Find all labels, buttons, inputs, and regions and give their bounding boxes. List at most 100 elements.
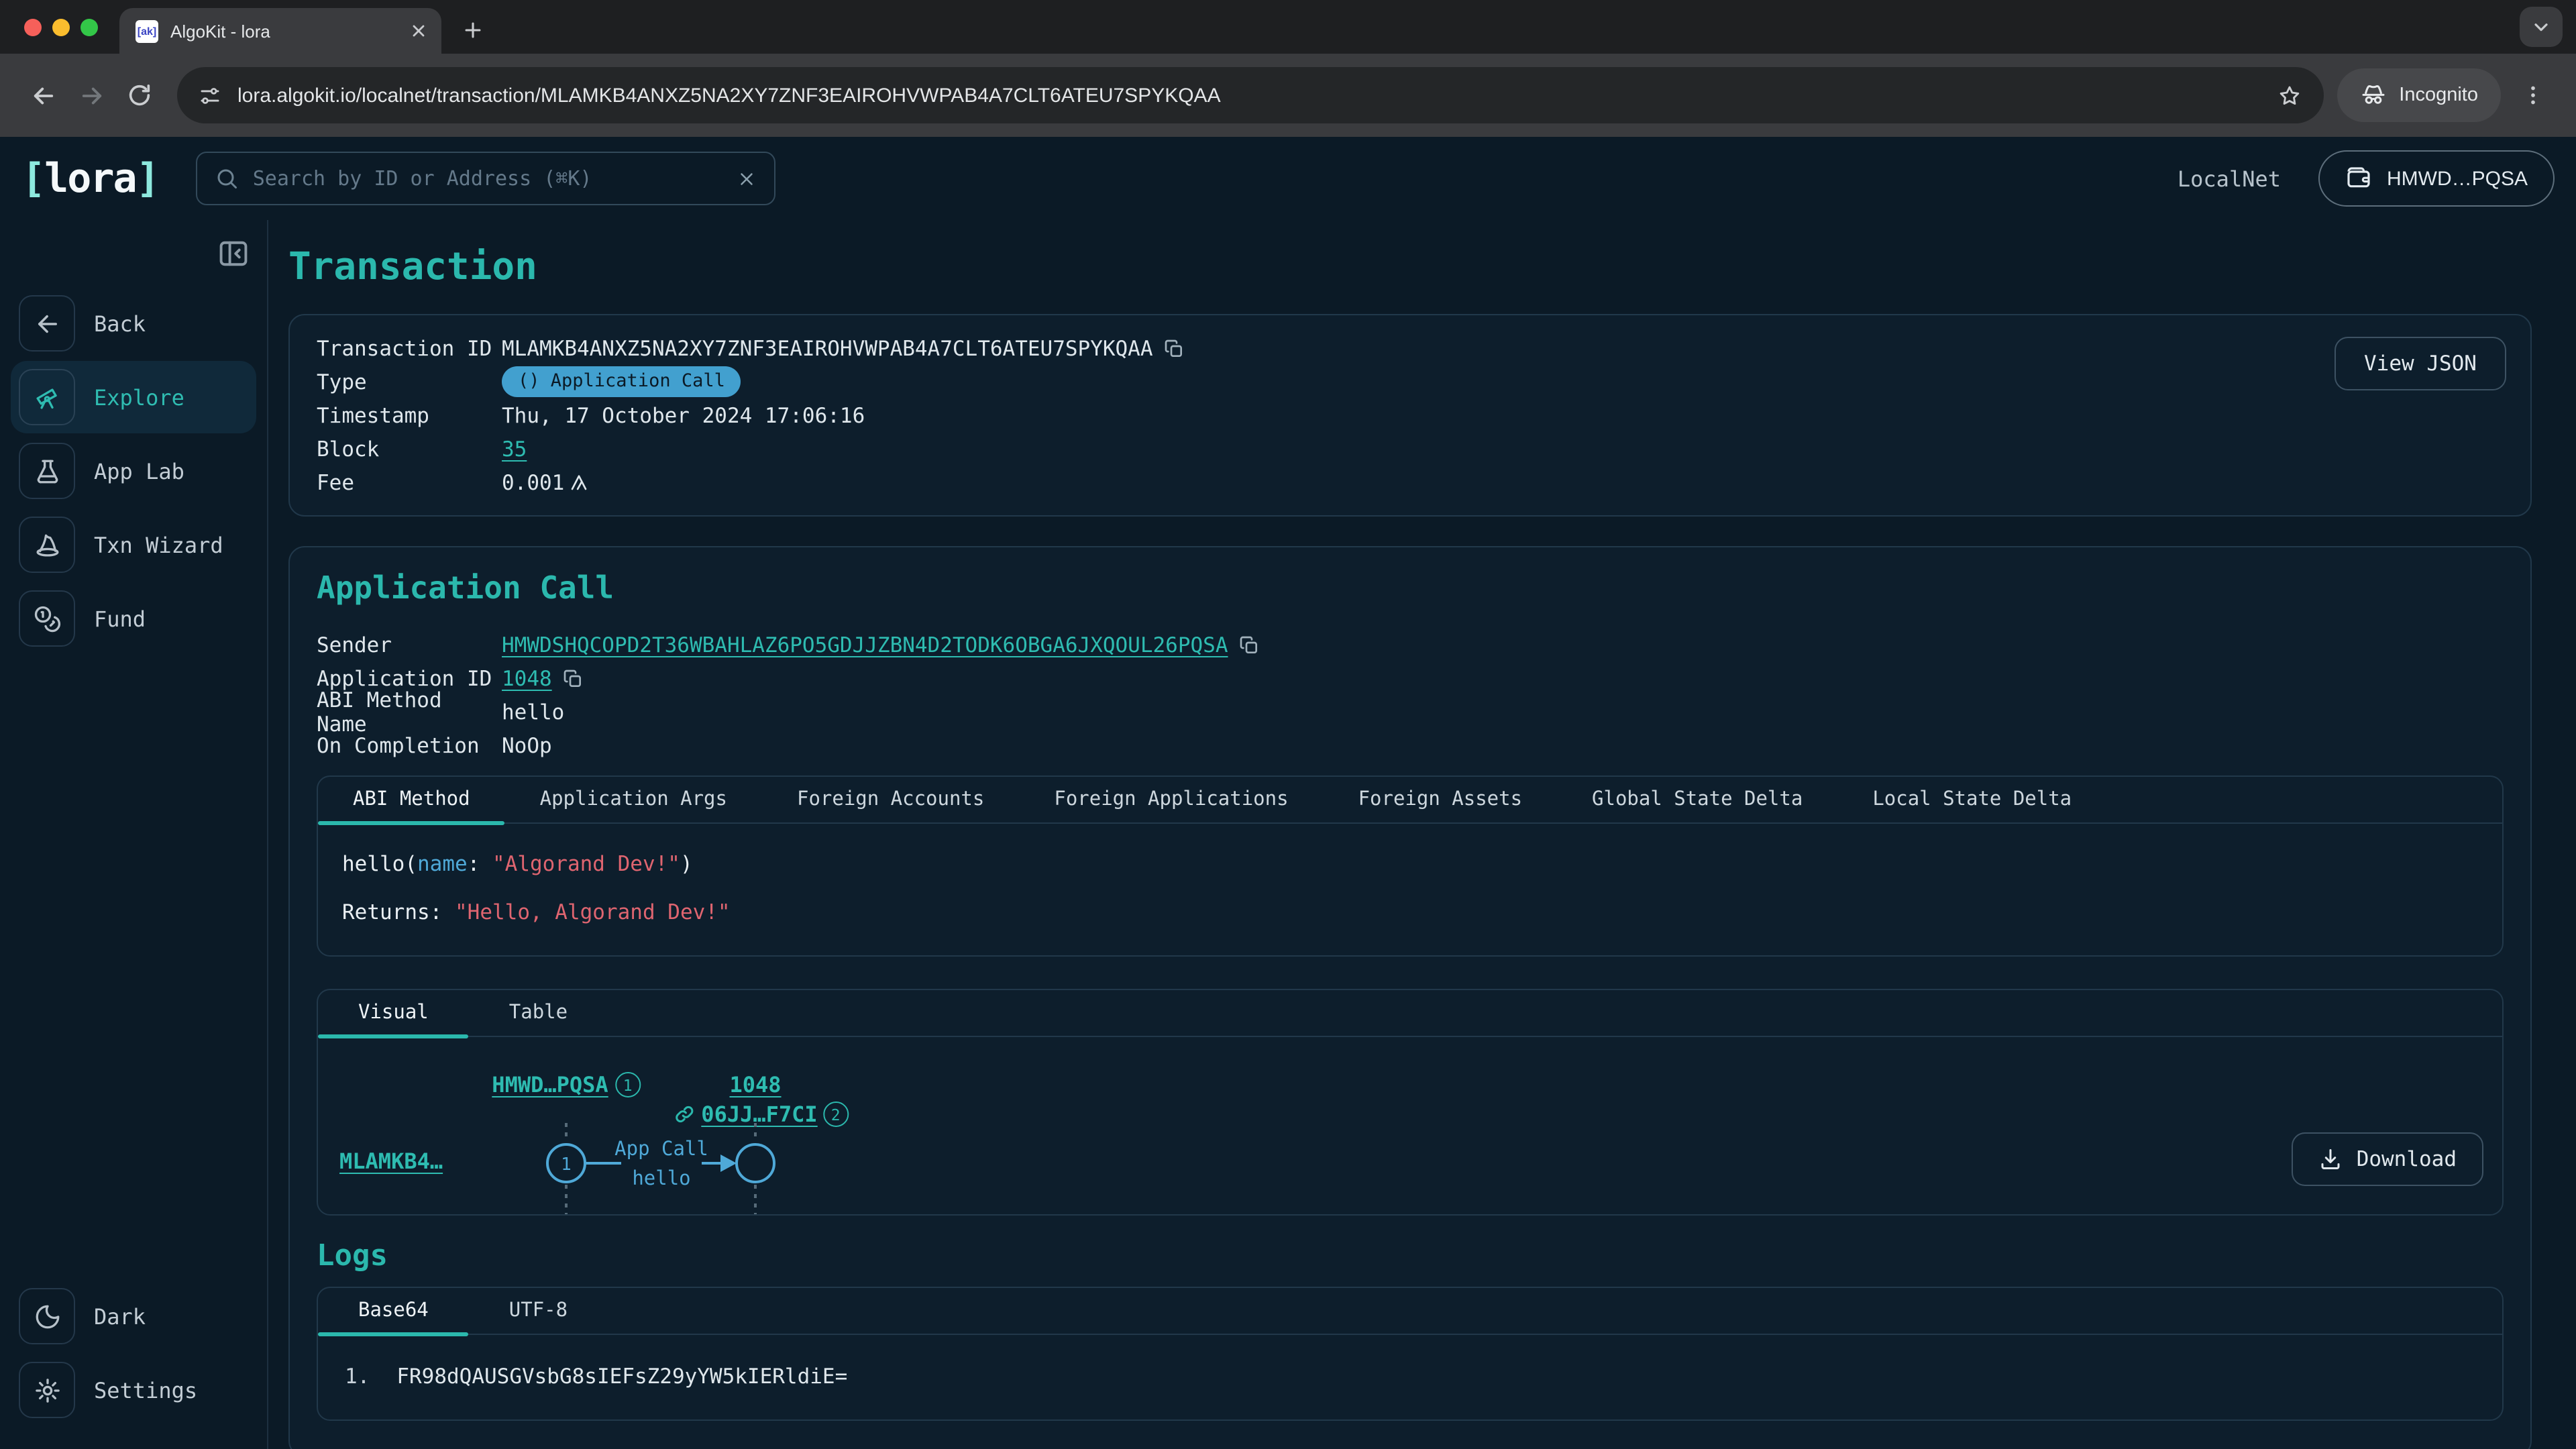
graph-edge-label-2: hello [632,1167,690,1189]
abi-method-row: ABI Method Name hello [317,695,2504,729]
abi-method-value: hello [502,700,564,724]
sender-badge: 1 [615,1072,641,1097]
log-entry-value: FR98dQAUSGVsbG8sIEFsZ29yYW5kIERldiE= [396,1364,847,1389]
timestamp-value: Thu, 17 October 2024 17:06:16 [502,403,865,427]
graph-txn-link[interactable]: MLAMKB4… [339,1148,443,1174]
incognito-label: Incognito [2399,85,2478,106]
transaction-id-row: Transaction ID MLAMKB4ANXZ5NA2XY7ZNF3EAI… [317,331,2504,365]
sidebar-item-explore[interactable]: Explore [11,361,256,433]
application-id-link[interactable]: 1048 [502,666,552,690]
log-entry: 1. FR98dQAUSGVsbG8sIEFsZ29yYW5kIERldiE= [318,1335,2502,1419]
type-row: Type () Application Call [317,365,2504,398]
bookmark-star-icon[interactable] [2277,83,2302,108]
url-text[interactable]: lora.algokit.io/localnet/transaction/MLA… [237,84,2261,107]
sidebar-item-label: Settings [94,1377,197,1403]
timestamp-row: Timestamp Thu, 17 October 2024 17:06:16 [317,398,2504,432]
tab-close-icon[interactable] [409,21,428,40]
fee-row: Fee 0.001 [317,466,2504,499]
application-call-title: Application Call [317,572,2504,606]
tab-foreign-assets[interactable]: Foreign Assets [1324,777,1557,822]
browser-tab-strip: [ak] AlgoKit - lora [0,0,2576,54]
wallet-address-short: HMWD…PQSA [2387,167,2528,190]
sidebar-item-label: App Lab [94,458,184,484]
lora-logo[interactable]: [lora] [21,155,159,202]
transaction-id-value: MLAMKB4ANXZ5NA2XY7ZNF3EAIROHVWPAB4A7CLT6… [502,336,1153,360]
search-box[interactable] [197,152,776,205]
tab-table[interactable]: Table [469,990,608,1036]
site-settings-icon[interactable] [199,84,221,107]
sidebar-item-label: Txn Wizard [94,532,223,557]
sender-row: Sender HMWDSHQCOPD2T36WBAHLAZ6PO5GDJJZBN… [317,628,2504,661]
moon-icon [19,1288,75,1344]
visual-tabs: Visual Table [318,990,2502,1037]
browser-tab[interactable]: [ak] AlgoKit - lora [119,8,441,54]
tab-base64[interactable]: Base64 [318,1288,469,1334]
incognito-badge: Incognito [2337,68,2501,122]
reload-icon[interactable] [115,71,164,119]
graph-sender-link[interactable]: HMWD…PQSA [492,1072,608,1097]
search-input[interactable] [253,166,724,191]
sidebar-item-theme-toggle[interactable]: Dark [11,1280,256,1352]
page-title: Transaction [288,244,2532,288]
app-call-detail-panel: ABI Method Application Args Foreign Acco… [317,775,2504,957]
wizard-hat-icon [19,517,75,573]
logs-panel: Base64 UTF-8 1. FR98dQAUSGVsbG8sIEFsZ29y… [317,1287,2504,1421]
graph-app-column-header: 1048 [729,1072,781,1097]
forward-icon[interactable] [67,71,115,119]
maximize-window-button[interactable] [80,18,98,36]
main-content: Transaction Transaction ID MLAMKB4ANXZ5N… [268,220,2576,1449]
gear-icon [19,1362,75,1418]
link-icon [673,1103,696,1126]
sidebar: Back Explore App Lab [0,220,268,1449]
tab-utf8[interactable]: UTF-8 [469,1288,608,1334]
transaction-summary-card: Transaction ID MLAMKB4ANXZ5NA2XY7ZNF3EAI… [288,314,2532,517]
tab-local-state-delta[interactable]: Local State Delta [1837,777,2106,822]
lora-app: [lora] LocalNet HMWD…PQSA [0,137,2576,1449]
sidebar-item-app-lab[interactable]: App Lab [11,435,256,507]
tab-visual[interactable]: Visual [318,990,469,1036]
tab-application-args[interactable]: Application Args [505,777,762,822]
network-label[interactable]: LocalNet [2178,166,2281,191]
new-tab-button[interactable] [452,9,492,50]
graph-sender-column-header: HMWD…PQSA 1 [492,1072,640,1097]
address-bar[interactable]: lora.algokit.io/localnet/transaction/MLA… [177,67,2324,123]
abi-method-returns: Returns: "Hello, Algorand Dev!" [342,900,2478,924]
tab-title: AlgoKit - lora [170,21,397,41]
sidebar-item-back[interactable]: Back [11,287,256,360]
sidebar-item-label: Explore [94,384,184,410]
abi-method-signature: hello(name: "Algorand Dev!") [342,852,2478,876]
search-icon [215,166,239,191]
block-link[interactable]: 35 [502,437,527,461]
sidebar-item-fund[interactable]: Fund [11,582,256,655]
copy-icon[interactable] [1239,634,1260,655]
back-arrow-icon [19,295,75,352]
graph-edge-label-1: App Call [614,1137,708,1160]
sidebar-item-settings[interactable]: Settings [11,1354,256,1426]
sidebar-item-txn-wizard[interactable]: Txn Wizard [11,508,256,581]
download-button[interactable]: Download [2292,1132,2483,1186]
minimize-window-button[interactable] [52,18,70,36]
tab-favicon: [ak] [136,19,158,42]
tab-foreign-accounts[interactable]: Foreign Accounts [762,777,1019,822]
sender-link[interactable]: HMWDSHQCOPD2T36WBAHLAZ6PO5GDJJZBN4D2TODK… [502,633,1228,657]
close-window-button[interactable] [24,18,42,36]
browser-menu-icon[interactable] [2509,71,2557,119]
application-id-row: Application ID 1048 [317,661,2504,695]
copy-icon[interactable] [1164,337,1185,359]
graph-edge-svg: 1 App Call hello [492,1123,922,1214]
clear-search-icon[interactable] [737,168,757,189]
sidebar-item-label: Fund [94,606,146,631]
abi-method-content: hello(name: "Algorand Dev!") Returns: "H… [318,824,2502,955]
screen: [ak] AlgoKit - lora lora.algokit.io/l [0,0,2576,1449]
wallet-button[interactable]: HMWD…PQSA [2318,150,2555,207]
collapse-sidebar-icon[interactable] [216,236,251,271]
graph-app-id-link[interactable]: 1048 [729,1072,781,1097]
tab-global-state-delta[interactable]: Global State Delta [1557,777,1837,822]
window-controls [0,0,119,54]
tab-foreign-applications[interactable]: Foreign Applications [1019,777,1323,822]
view-json-button[interactable]: View JSON [2334,337,2506,390]
tab-abi-method[interactable]: ABI Method [318,777,505,822]
copy-icon[interactable] [563,667,584,689]
back-icon[interactable] [19,71,67,119]
tab-search-button[interactable] [2520,7,2563,47]
